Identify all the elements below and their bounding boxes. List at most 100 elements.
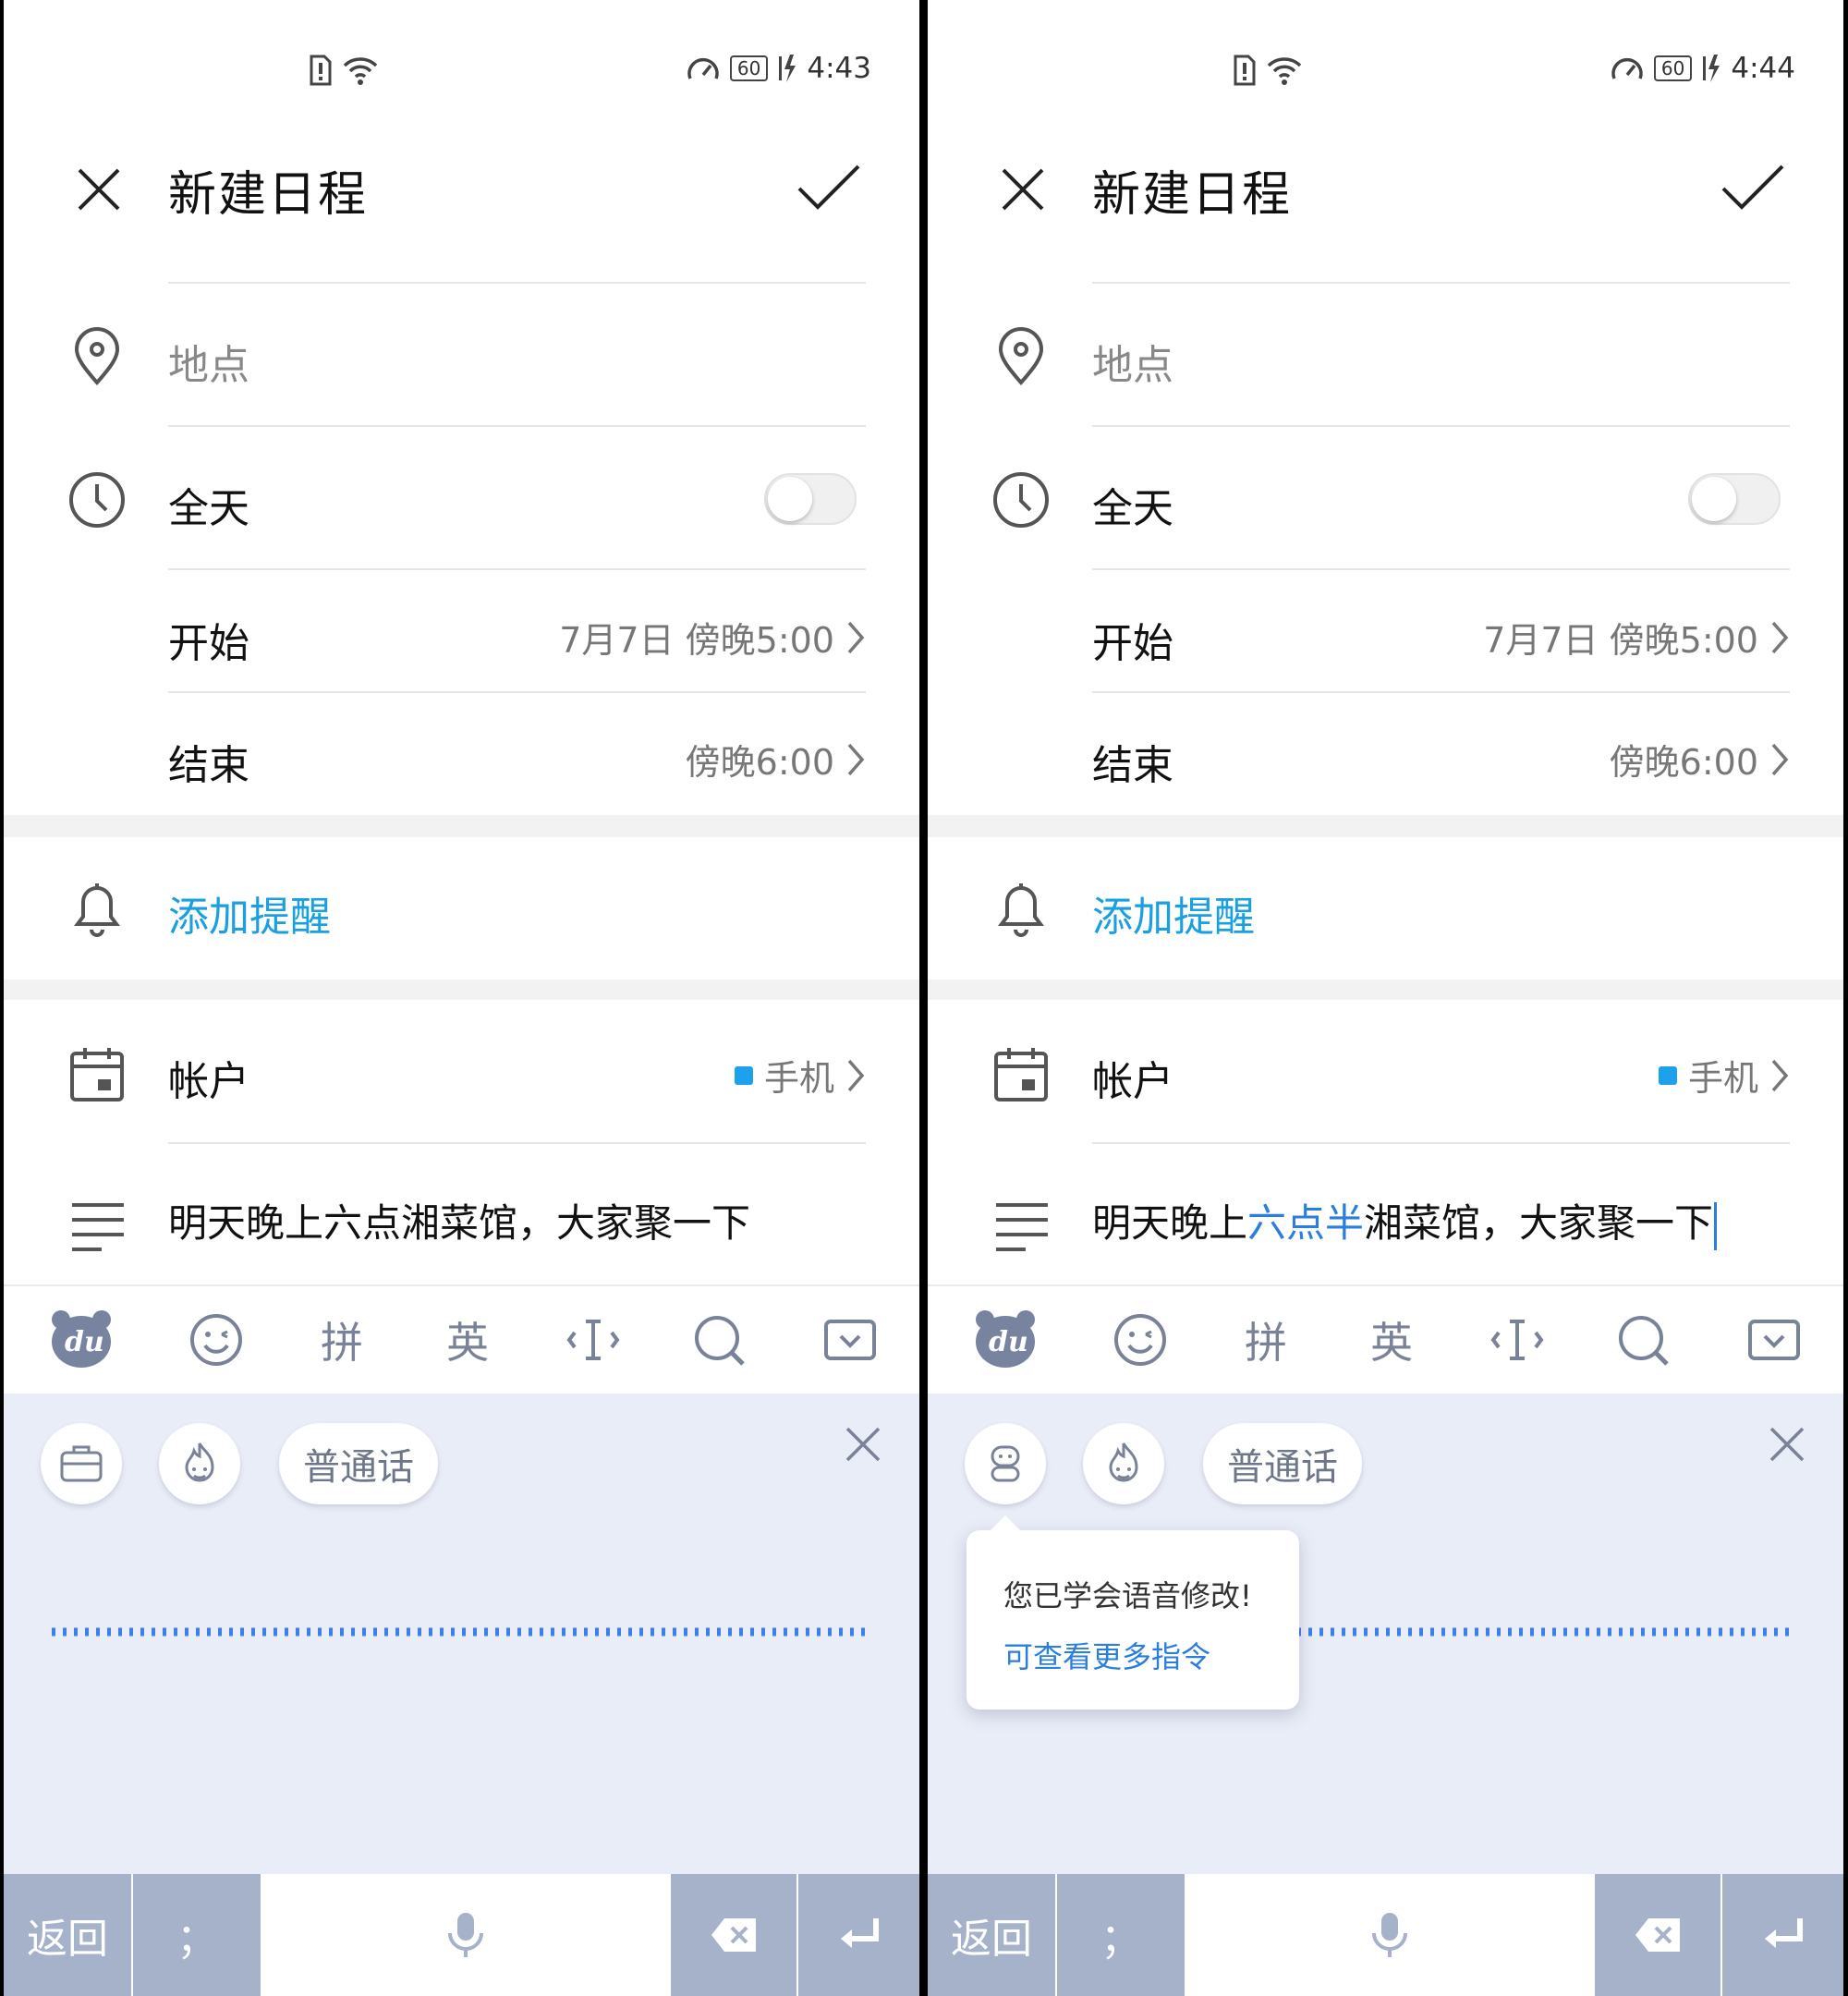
back-key[interactable]: 返回 xyxy=(4,1874,131,1996)
add-reminder-label[interactable]: 添加提醒 xyxy=(1092,883,1255,943)
note-text-part1: 明天晚上 xyxy=(1092,1200,1248,1246)
voice-mic-key[interactable] xyxy=(262,1874,669,1996)
speed-meter-icon xyxy=(687,57,719,79)
collapse-keyboard-icon xyxy=(824,1320,876,1360)
microphone-icon xyxy=(448,1913,483,1957)
confirm-check-icon[interactable] xyxy=(1716,155,1790,220)
pinyin-key[interactable]: 拼 xyxy=(1233,1307,1299,1373)
notes-lines-icon xyxy=(996,1203,1048,1251)
semicolon-key[interactable]: ； xyxy=(1057,1874,1185,1996)
reminder-row[interactable]: 添加提醒 xyxy=(4,837,919,980)
search-key[interactable] xyxy=(686,1307,752,1373)
text-cursor-icon xyxy=(566,1320,620,1360)
note-row[interactable]: 明天晚上六点湘菜馆，大家聚一下 xyxy=(4,1164,919,1284)
location-placeholder[interactable]: 地点 xyxy=(1092,332,1173,391)
chevron-right-icon xyxy=(847,1059,865,1091)
bell-icon xyxy=(998,883,1044,937)
voice-mic-key[interactable] xyxy=(1186,1874,1593,1996)
microphone-icon xyxy=(1372,1913,1407,1957)
add-reminder-label[interactable]: 添加提醒 xyxy=(168,883,331,943)
dialect-button[interactable]: 普通话 xyxy=(279,1423,438,1504)
bell-icon xyxy=(74,883,120,937)
wifi-icon xyxy=(343,57,378,85)
toolbox-button[interactable] xyxy=(41,1423,122,1504)
clock-icon xyxy=(69,472,125,528)
start-row[interactable]: 开始 7月7日 傍晚5:00 xyxy=(4,591,919,693)
start-row[interactable]: 开始 7月7日 傍晚5:00 xyxy=(928,591,1843,693)
account-label: 帐户 xyxy=(168,1058,249,1105)
close-icon[interactable] xyxy=(1764,1421,1810,1467)
hide-keyboard-key[interactable] xyxy=(1741,1307,1807,1373)
close-icon[interactable] xyxy=(840,1421,886,1467)
account-row[interactable]: 帐户 手机 xyxy=(928,1000,1843,1138)
divider xyxy=(168,1142,866,1144)
text-cursor-icon xyxy=(1490,1320,1544,1360)
note-row[interactable]: 明天晚上六点半湘菜馆，大家聚一下 xyxy=(928,1164,1843,1284)
location-pin-icon xyxy=(74,327,120,386)
semicolon-key[interactable]: ； xyxy=(133,1874,261,1996)
sim-alert-icon xyxy=(310,55,332,86)
end-row[interactable]: 结束 傍晚6:00 xyxy=(4,713,919,815)
header: 新建日程 xyxy=(928,139,1843,277)
back-key[interactable]: 返回 xyxy=(928,1874,1055,1996)
battery-indicator: 60 xyxy=(1653,55,1693,81)
cursor-move-key[interactable] xyxy=(560,1307,626,1373)
note-text-part2: 湘菜馆，大家聚一下 xyxy=(1364,1200,1714,1246)
enter-key[interactable] xyxy=(1722,1874,1843,1996)
smiley-icon xyxy=(1114,1314,1166,1366)
chevron-right-icon xyxy=(1771,1059,1789,1091)
account-color-dot xyxy=(1658,1065,1677,1085)
cursor-move-key[interactable] xyxy=(1484,1307,1550,1373)
note-input[interactable]: 明天晚上六点半湘菜馆，大家聚一下 xyxy=(1092,1192,1718,1250)
delete-key[interactable] xyxy=(671,1874,796,1996)
account-label: 帐户 xyxy=(1092,1058,1173,1105)
delete-key[interactable] xyxy=(1595,1874,1720,1996)
dialect-button[interactable]: 普通话 xyxy=(1203,1423,1362,1504)
voice-skin-button[interactable] xyxy=(159,1423,240,1504)
hide-keyboard-key[interactable] xyxy=(817,1307,883,1373)
screen-right: 60 4:44 新建日程 地点 全天 开始 7月7日 傍晚5:00 结束 傍晚6… xyxy=(928,0,1843,1996)
voice-input-panel: 普通话 xyxy=(4,1394,919,1874)
emoji-key[interactable] xyxy=(183,1307,249,1373)
more-commands-link[interactable]: 可查看更多指令 xyxy=(1003,1634,1210,1676)
location-placeholder[interactable]: 地点 xyxy=(168,332,249,391)
du-logo-icon[interactable]: du xyxy=(972,1307,1039,1371)
close-icon[interactable] xyxy=(991,157,1055,222)
search-key[interactable] xyxy=(1610,1307,1676,1373)
end-row[interactable]: 结束 傍晚6:00 xyxy=(928,713,1843,815)
confirm-check-icon[interactable] xyxy=(792,155,866,220)
speed-meter-icon xyxy=(1611,57,1643,79)
location-row[interactable]: 地点 xyxy=(4,310,919,448)
start-label: 开始 xyxy=(1092,620,1173,667)
allday-toggle[interactable] xyxy=(1688,473,1781,525)
screenshot-root: 60 4:43 新建日程 地点 全天 开始 7月7日 傍晚5:00 结束 傍晚6… xyxy=(0,0,1848,1996)
keyboard-bottom-row: 返回 ； xyxy=(928,1874,1843,1996)
flame-face-icon xyxy=(185,1442,214,1482)
voice-skin-button[interactable] xyxy=(1083,1423,1164,1504)
pinyin-key[interactable]: 拼 xyxy=(309,1307,375,1373)
keyboard-bottom-row: 返回 ； xyxy=(4,1874,919,1996)
allday-label: 全天 xyxy=(1092,485,1173,532)
search-icon xyxy=(695,1316,745,1366)
calendar-icon xyxy=(70,1048,124,1101)
status-time: 4:44 xyxy=(1731,52,1795,85)
reminder-row[interactable]: 添加提醒 xyxy=(928,837,1843,980)
account-row[interactable]: 帐户 手机 xyxy=(4,1000,919,1138)
note-input[interactable]: 明天晚上六点湘菜馆，大家聚一下 xyxy=(168,1192,750,1248)
du-logo-icon[interactable]: du xyxy=(48,1307,115,1371)
start-value: 7月7日 傍晚5:00 xyxy=(1483,620,1758,661)
location-row[interactable]: 地点 xyxy=(928,310,1843,448)
divider xyxy=(168,425,866,427)
english-key[interactable]: 英 xyxy=(434,1307,501,1373)
allday-label: 全天 xyxy=(168,485,249,532)
close-icon[interactable] xyxy=(67,157,131,222)
english-key[interactable]: 英 xyxy=(1358,1307,1425,1373)
chevron-right-icon xyxy=(847,743,865,775)
briefcase-icon xyxy=(60,1445,103,1482)
page-title: 新建日程 xyxy=(1092,167,1293,223)
allday-toggle[interactable] xyxy=(764,473,857,525)
emoji-key[interactable] xyxy=(1107,1307,1173,1373)
clock-icon xyxy=(993,472,1049,528)
voice-commands-button[interactable] xyxy=(965,1423,1046,1504)
enter-key[interactable] xyxy=(798,1874,919,1996)
